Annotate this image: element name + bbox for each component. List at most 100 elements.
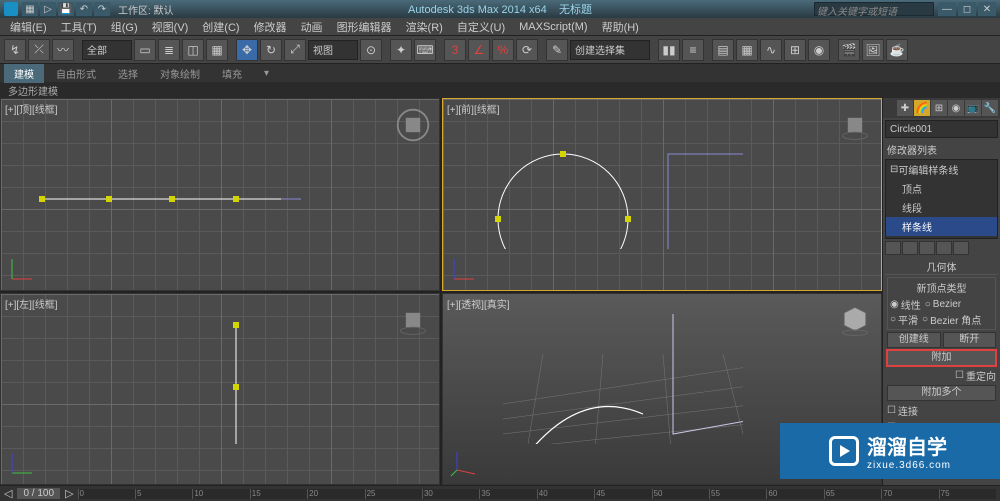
show-end-result-icon[interactable]	[902, 241, 918, 255]
ribbon-tab-object-paint[interactable]: 对象绘制	[150, 64, 210, 83]
keyboard-shortcut-icon[interactable]: ⌨	[414, 39, 436, 61]
rendered-frame-icon[interactable]: 🖼	[862, 39, 884, 61]
radio-linear[interactable]: ◉ 线性	[890, 297, 921, 312]
configure-sets-icon[interactable]	[953, 241, 969, 255]
attach-button[interactable]: 附加	[887, 350, 996, 366]
viewcube-icon[interactable]	[837, 302, 873, 338]
spinner-snap-icon[interactable]: ⟳	[516, 39, 538, 61]
next-key-icon[interactable]: ▷	[65, 487, 73, 500]
layer-manager-icon[interactable]: ▤	[712, 39, 734, 61]
bind-space-warp-icon[interactable]: 〰	[52, 39, 74, 61]
viewport-label[interactable]: [+][顶][线框]	[5, 101, 58, 116]
named-selection-dropdown[interactable]: 创建选择集	[570, 40, 650, 60]
menu-customize[interactable]: 自定义(U)	[451, 19, 511, 35]
render-production-icon[interactable]: ☕	[886, 39, 908, 61]
menu-graph-editors[interactable]: 图形编辑器	[331, 19, 398, 35]
viewcube-icon[interactable]	[837, 107, 873, 143]
ribbon-tab-populate[interactable]: 填充	[212, 64, 252, 83]
viewcube-icon[interactable]	[395, 302, 431, 338]
reorient-checkbox[interactable]: ☐	[955, 370, 964, 381]
close-icon[interactable]: ✕	[978, 2, 996, 16]
radio-bezier[interactable]: ○ Bezier	[925, 297, 961, 312]
link-icon[interactable]: ↯	[4, 39, 26, 61]
modifier-stack[interactable]: ⊟ 可编辑样条线 顶点 线段 样条线	[885, 159, 998, 239]
material-editor-icon[interactable]: ◉	[808, 39, 830, 61]
qat-save-icon[interactable]: 💾	[58, 2, 74, 16]
motion-tab-icon[interactable]: ◉	[948, 100, 964, 116]
display-tab-icon[interactable]: 📺	[965, 100, 981, 116]
menu-group[interactable]: 组(G)	[105, 19, 144, 35]
menu-views[interactable]: 视图(V)	[146, 19, 195, 35]
pin-stack-icon[interactable]	[885, 241, 901, 255]
select-scale-icon[interactable]: ⤢	[284, 39, 306, 61]
create-line-button[interactable]: 创建线	[887, 332, 941, 348]
viewport-top[interactable]: [+][顶][线框]	[0, 98, 440, 291]
align-icon[interactable]: ≡	[682, 39, 704, 61]
selection-filter-dropdown[interactable]: 全部	[82, 40, 132, 60]
stack-root[interactable]: ⊟ 可编辑样条线	[886, 160, 997, 179]
qat-undo-icon[interactable]: ↶	[76, 2, 92, 16]
remove-modifier-icon[interactable]	[936, 241, 952, 255]
snap-toggle-icon[interactable]: 3	[444, 39, 466, 61]
workspace-selector[interactable]: 工作区: 默认	[118, 2, 174, 17]
viewport-label[interactable]: [+][透视][真实]	[447, 296, 510, 311]
create-tab-icon[interactable]: ✚	[897, 100, 913, 116]
stack-sub-segment[interactable]: 线段	[886, 198, 997, 217]
unlink-icon[interactable]: ⤫	[28, 39, 50, 61]
select-object-icon[interactable]: ▭	[134, 39, 156, 61]
connect-checkbox[interactable]: ☐	[887, 405, 896, 416]
modifier-list-label[interactable]: 修改器列表	[883, 140, 1000, 159]
break-button[interactable]: 断开	[943, 332, 997, 348]
menu-rendering[interactable]: 渲染(R)	[400, 19, 449, 35]
viewport-front[interactable]: [+][前][线框]	[442, 98, 882, 291]
ribbon-tab-selection[interactable]: 选择	[108, 64, 148, 83]
menu-edit[interactable]: 编辑(E)	[4, 19, 53, 35]
radio-smooth[interactable]: ○ 平滑	[890, 312, 918, 327]
timeline-track[interactable]: 051015 20253035 40455055 60657075	[78, 489, 996, 499]
curve-editor-icon[interactable]: ∿	[760, 39, 782, 61]
qat-new-icon[interactable]: ▦	[22, 2, 38, 16]
schematic-view-icon[interactable]: ⊞	[784, 39, 806, 61]
ref-coord-dropdown[interactable]: 视图	[308, 40, 358, 60]
stack-sub-spline[interactable]: 样条线	[886, 217, 997, 236]
prev-key-icon[interactable]: ◁	[4, 487, 12, 500]
radio-bezier-corner[interactable]: ○ Bezier 角点	[922, 312, 981, 327]
modify-tab-icon[interactable]: 🌈	[914, 100, 930, 116]
viewcube-icon[interactable]	[395, 107, 431, 143]
edit-named-sel-icon[interactable]: ✎	[546, 39, 568, 61]
mirror-icon[interactable]: ▮▮	[658, 39, 680, 61]
ribbon-tab-freeform[interactable]: 自由形式	[46, 64, 106, 83]
percent-snap-icon[interactable]: %	[492, 39, 514, 61]
menu-animation[interactable]: 动画	[295, 19, 329, 35]
menu-help[interactable]: 帮助(H)	[596, 19, 645, 35]
select-move-icon[interactable]: ✥	[236, 39, 258, 61]
utilities-tab-icon[interactable]: 🔧	[982, 100, 998, 116]
select-manipulate-icon[interactable]: ✦	[390, 39, 412, 61]
rollout-header[interactable]: 几何体	[885, 259, 998, 275]
help-search-input[interactable]: 键入关键字或短语	[814, 2, 934, 16]
time-slider[interactable]: ◁ 0 / 100 ▷ 051015 20253035 40455055 606…	[0, 485, 1000, 501]
graphite-icon[interactable]: ▦	[736, 39, 758, 61]
use-pivot-center-icon[interactable]: ⊙	[360, 39, 382, 61]
select-rotate-icon[interactable]: ↻	[260, 39, 282, 61]
maximize-icon[interactable]: ◻	[958, 2, 976, 16]
qat-open-icon[interactable]: ▷	[40, 2, 56, 16]
menu-create[interactable]: 创建(C)	[196, 19, 245, 35]
menu-modifiers[interactable]: 修改器	[248, 19, 293, 35]
make-unique-icon[interactable]	[919, 241, 935, 255]
object-name-field[interactable]: Circle001	[885, 120, 998, 138]
ribbon-expand-icon[interactable]: ▾	[254, 66, 279, 81]
menu-maxscript[interactable]: MAXScript(M)	[513, 21, 593, 33]
ribbon-tab-modeling[interactable]: 建模	[4, 64, 44, 83]
minimize-icon[interactable]: —	[938, 2, 956, 16]
menu-tools[interactable]: 工具(T)	[55, 19, 103, 35]
window-crossing-icon[interactable]: ▦	[206, 39, 228, 61]
select-by-name-icon[interactable]: ≣	[158, 39, 180, 61]
frame-indicator[interactable]: 0 / 100	[16, 487, 61, 500]
hierarchy-tab-icon[interactable]: ⊞	[931, 100, 947, 116]
render-setup-icon[interactable]: 🎬	[838, 39, 860, 61]
angle-snap-icon[interactable]: ∠	[468, 39, 490, 61]
viewport-left[interactable]: [+][左][线框]	[0, 293, 440, 486]
attach-mult-button[interactable]: 附加多个	[887, 385, 996, 401]
viewport-label[interactable]: [+][前][线框]	[447, 101, 500, 116]
